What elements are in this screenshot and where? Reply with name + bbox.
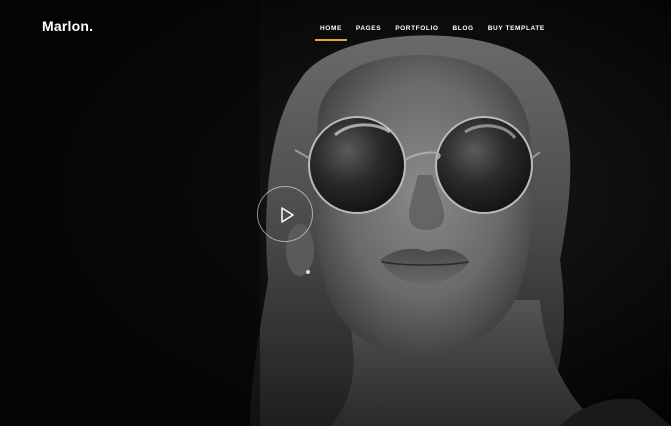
- hero-portrait-image: [0, 0, 671, 426]
- nav-item-portfolio[interactable]: PORTFOLIO: [388, 24, 445, 34]
- nav-item-pages[interactable]: PAGES: [349, 24, 388, 34]
- nav-item-blog[interactable]: BLOG: [446, 24, 481, 34]
- play-video-button[interactable]: [257, 186, 313, 242]
- main-nav: HOME PAGES PORTFOLIO BLOG BUY TEMPLATE: [313, 24, 552, 41]
- play-icon: [281, 207, 294, 223]
- site-header: Marlon. HOME PAGES PORTFOLIO BLOG BUY TE…: [0, 0, 671, 60]
- nav-item-buy-template[interactable]: BUY TEMPLATE: [481, 24, 552, 34]
- nav-item-home[interactable]: HOME: [313, 24, 349, 41]
- site-logo[interactable]: Marlon.: [42, 18, 93, 34]
- hero-section: Marlon. HOME PAGES PORTFOLIO BLOG BUY TE…: [0, 0, 671, 426]
